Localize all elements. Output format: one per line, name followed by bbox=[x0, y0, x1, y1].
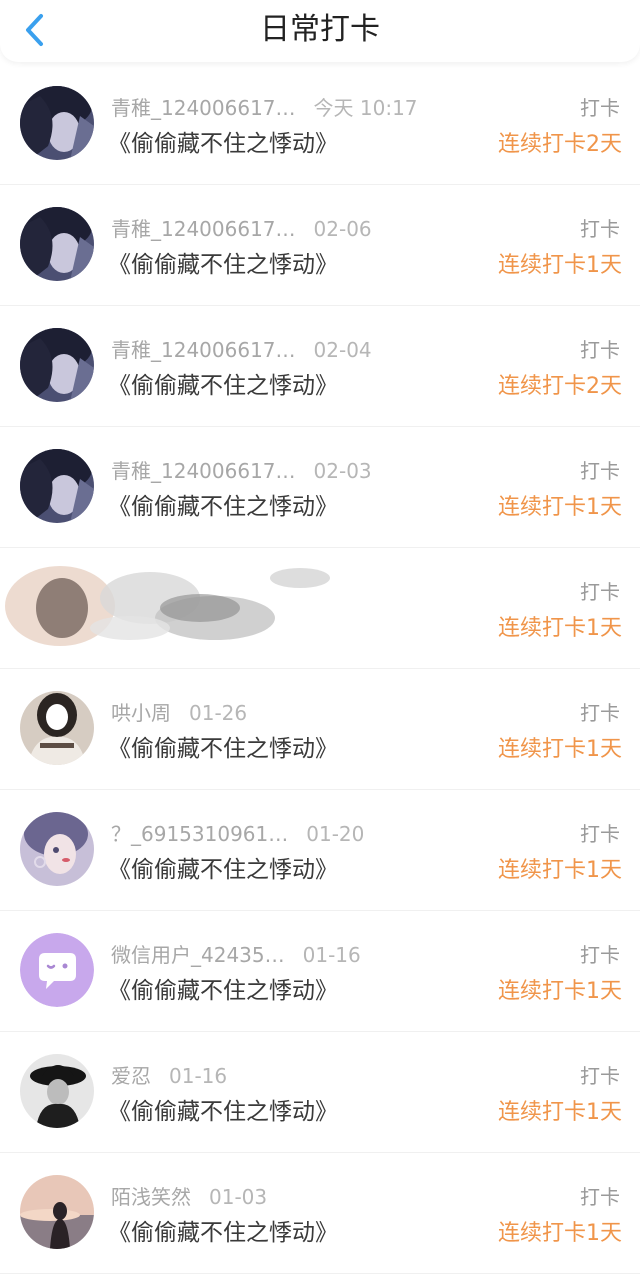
checkin-list: 青稚_124006617… 今天 10:17 《偷偷藏不住之悸动》 打卡 连续打卡… bbox=[0, 64, 640, 1274]
streak-label: 连续打卡1天 bbox=[498, 979, 622, 1004]
checkin-date: 01-16 bbox=[169, 1064, 228, 1088]
username[interactable]: ？_6915310961… bbox=[111, 822, 288, 846]
username[interactable]: 微信用户_42435… bbox=[111, 943, 285, 967]
username[interactable]: 陌浅笑然 bbox=[111, 1185, 191, 1209]
username[interactable]: 哄小周 bbox=[111, 701, 171, 725]
list-item[interactable]: 青稚_124006617… 02-03 《偷偷藏不住之悸动》 打卡 连续打卡1天 bbox=[0, 427, 640, 548]
list-item[interactable]: 哄小周 01-26 《偷偷藏不住之悸动》 打卡 连续打卡1天 bbox=[0, 669, 640, 790]
list-item[interactable]: ？_6915310961… 01-20 《偷偷藏不住之悸动》 打卡 连续打卡1天 bbox=[0, 790, 640, 911]
streak-label: 连续打卡2天 bbox=[498, 374, 622, 399]
streak-label: 连续打卡1天 bbox=[498, 495, 622, 520]
checkin-date: 01-26 bbox=[189, 701, 248, 725]
checkin-type-label: 打卡 bbox=[580, 1064, 620, 1088]
checkin-type-label: 打卡 bbox=[580, 701, 620, 725]
avatar[interactable] bbox=[20, 933, 94, 1007]
book-title[interactable]: 《偷偷藏不住之悸动》 bbox=[108, 850, 338, 884]
checkin-type-label: 打卡 bbox=[580, 822, 620, 846]
list-item[interactable]: 青稚_124006617… 02-06 《偷偷藏不住之悸动》 打卡 连续打卡1天 bbox=[0, 185, 640, 306]
streak-label: 连续打卡1天 bbox=[498, 858, 622, 883]
streak-label: 连续打卡1天 bbox=[498, 737, 622, 762]
list-item[interactable]: 青稚_124006617… 今天 10:17 《偷偷藏不住之悸动》 打卡 连续打卡… bbox=[0, 64, 640, 185]
streak-label: 连续打卡1天 bbox=[498, 253, 622, 278]
list-item[interactable]: 青稚_124006617… 02-04 《偷偷藏不住之悸动》 打卡 连续打卡2天 bbox=[0, 306, 640, 427]
checkin-date: 今天 10:17 bbox=[313, 96, 418, 120]
book-title[interactable]: 《偷偷藏不住之悸动》 bbox=[108, 366, 338, 400]
avatar[interactable] bbox=[20, 1175, 94, 1249]
checkin-type-label: 打卡 bbox=[580, 459, 620, 483]
avatar[interactable] bbox=[20, 86, 94, 160]
avatar[interactable] bbox=[20, 1054, 94, 1128]
book-title[interactable]: 《偷偷藏不住之悸动》 bbox=[108, 487, 338, 521]
avatar[interactable] bbox=[20, 812, 94, 886]
username[interactable]: 青稚_124006617… bbox=[111, 217, 296, 241]
avatar[interactable] bbox=[20, 691, 94, 765]
list-item[interactable]: 陌浅笑然 01-03 《偷偷藏不住之悸动》 打卡 连续打卡1天 bbox=[0, 1153, 640, 1274]
book-title[interactable]: 《偷偷藏不住之悸动》 bbox=[108, 124, 338, 158]
chat-bubble-icon bbox=[20, 933, 94, 1007]
checkin-date: 01-16 bbox=[302, 943, 361, 967]
list-item[interactable]: 爱忍 01-16 《偷偷藏不住之悸动》 打卡 连续打卡1天 bbox=[0, 1032, 640, 1153]
redacted-content bbox=[0, 548, 360, 668]
checkin-date: 01-20 bbox=[306, 822, 365, 846]
top-bar: 日常打卡 bbox=[0, 0, 640, 62]
checkin-type-label: 打卡 bbox=[580, 943, 620, 967]
streak-label: 连续打卡2天 bbox=[498, 132, 622, 157]
checkin-type-label: 打卡 bbox=[580, 217, 620, 241]
checkin-type-label: 打卡 bbox=[580, 338, 620, 362]
page-title: 日常打卡 bbox=[260, 12, 380, 47]
checkin-type-label: 打卡 bbox=[580, 580, 620, 604]
book-title[interactable]: 《偷偷藏不住之悸动》 bbox=[108, 245, 338, 279]
checkin-date: 02-06 bbox=[313, 217, 372, 241]
username[interactable]: 青稚_124006617… bbox=[111, 338, 296, 362]
book-title[interactable]: 《偷偷藏不住之悸动》 bbox=[108, 1213, 338, 1247]
username[interactable]: 青稚_124006617… bbox=[111, 459, 296, 483]
streak-label: 连续打卡1天 bbox=[498, 616, 622, 641]
checkin-date: 02-03 bbox=[313, 459, 372, 483]
avatar[interactable] bbox=[20, 449, 94, 523]
streak-label: 连续打卡1天 bbox=[498, 1221, 622, 1246]
book-title[interactable]: 《偷偷藏不住之悸动》 bbox=[108, 1092, 338, 1126]
checkin-type-label: 打卡 bbox=[580, 1185, 620, 1209]
checkin-date: 01-03 bbox=[209, 1185, 268, 1209]
checkin-date: 02-04 bbox=[313, 338, 372, 362]
streak-label: 连续打卡1天 bbox=[498, 1100, 622, 1125]
username[interactable]: 青稚_124006617… bbox=[111, 96, 296, 120]
list-item[interactable]: 打卡 连续打卡1天 bbox=[0, 548, 640, 669]
book-title[interactable]: 《偷偷藏不住之悸动》 bbox=[108, 729, 338, 763]
book-title[interactable]: 《偷偷藏不住之悸动》 bbox=[108, 971, 338, 1005]
username[interactable]: 爱忍 bbox=[111, 1064, 151, 1088]
avatar[interactable] bbox=[20, 328, 94, 402]
avatar[interactable] bbox=[20, 207, 94, 281]
checkin-type-label: 打卡 bbox=[580, 96, 620, 120]
list-item[interactable]: 微信用户_42435… 01-16 《偷偷藏不住之悸动》 打卡 连续打卡1天 bbox=[0, 911, 640, 1032]
